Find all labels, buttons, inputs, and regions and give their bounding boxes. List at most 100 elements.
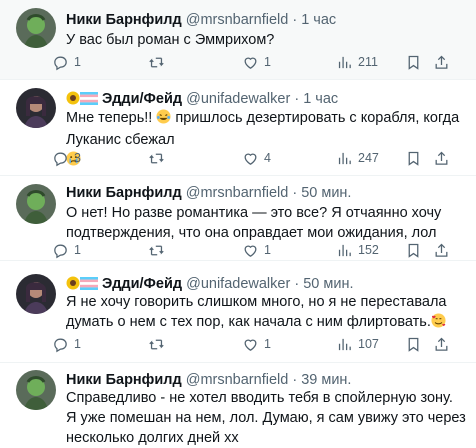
action-bar: 1 1 211 <box>52 52 466 72</box>
views-count: 152 <box>358 243 379 257</box>
share-button[interactable] <box>433 52 450 72</box>
tweet[interactable]: Ники Барнфилд @mrsnbarnfield · 1 час У в… <box>0 0 476 79</box>
like-count: 4 <box>264 151 271 165</box>
timestamp[interactable]: 1 час <box>301 12 336 28</box>
views-count: 211 <box>358 55 378 69</box>
author-handle[interactable]: @mrsnbarnfield <box>186 12 289 28</box>
like-button[interactable]: 1 <box>242 52 271 72</box>
heart-icon <box>242 336 259 353</box>
action-bar: 3 4 247 <box>52 148 466 168</box>
retweet-button[interactable] <box>148 148 170 168</box>
retweet-icon <box>148 242 165 259</box>
tweet-header: Эдди/Фейд @unifadewalker · 1 час <box>66 90 466 108</box>
timestamp[interactable]: 1 час <box>303 91 338 107</box>
avatar[interactable] <box>16 370 56 410</box>
reply-button[interactable]: 1 <box>52 52 81 72</box>
tweet-text: У вас был роман с Эммрихом? <box>66 32 275 48</box>
tweet[interactable]: Эдди/Фейд @unifadewalker · 1 час Мне теп… <box>0 80 476 175</box>
avatar[interactable] <box>16 88 56 128</box>
author-name[interactable]: Эдди/Фейд <box>102 276 182 292</box>
retweet-icon <box>148 54 165 71</box>
reply-icon <box>52 336 69 353</box>
reply-icon <box>52 54 69 71</box>
bookmark-button[interactable] <box>405 148 422 168</box>
bookmark-icon <box>405 336 422 353</box>
tweet-text-part: Мне теперь!! <box>66 110 157 126</box>
author-name[interactable]: Ники Барнфилд <box>66 372 182 388</box>
retweet-icon <box>148 150 165 167</box>
bookmark-icon <box>405 150 422 167</box>
views-button[interactable]: 247 <box>336 148 379 168</box>
bookmark-button[interactable] <box>405 240 422 260</box>
heart-icon <box>242 150 259 167</box>
timestamp[interactable]: 50 мин. <box>303 276 353 292</box>
avatar[interactable] <box>16 8 56 48</box>
tweet[interactable]: Ники Барнфилд @mrsnbarnfield · 39 мин. С… <box>0 363 476 446</box>
retweet-icon <box>148 336 165 353</box>
tweet[interactable]: Эдди/Фейд @unifadewalker · 50 мин. Я не … <box>0 261 476 362</box>
reply-button[interactable]: 1 <box>52 240 81 260</box>
author-handle[interactable]: @mrsnbarnfield <box>186 185 289 201</box>
like-button[interactable]: 1 <box>242 240 271 260</box>
smiling-hearts-emoji-icon <box>431 313 446 334</box>
share-button[interactable] <box>433 148 450 168</box>
tweet-text: О нет! Но разве романтика — это все? Я о… <box>66 205 442 241</box>
views-button[interactable]: 152 <box>336 240 379 260</box>
tweet-text: Я не хочу говорить слишком много, но я н… <box>66 292 466 334</box>
retweet-button[interactable] <box>148 240 170 260</box>
reply-button[interactable]: 1 <box>52 334 81 354</box>
like-count: 1 <box>264 337 271 351</box>
laughing-crying-emoji-icon <box>156 109 171 130</box>
views-count: 107 <box>358 337 379 351</box>
share-icon <box>433 242 450 259</box>
share-icon <box>433 54 450 71</box>
tweet-header: Ники Барнфилд @mrsnbarnfield · 39 мин. <box>66 371 466 389</box>
separator-dot: · <box>294 276 300 292</box>
reply-count: 1 <box>74 55 81 69</box>
author-name[interactable]: Ники Барнфилд <box>66 185 182 201</box>
tweet[interactable]: Ники Барнфилд @mrsnbarnfield · 50 мин. О… <box>0 176 476 260</box>
tweet-header: Эдди/Фейд @unifadewalker · 50 мин. <box>66 275 466 293</box>
views-button[interactable]: 107 <box>336 334 379 354</box>
like-button[interactable]: 4 <box>242 148 271 168</box>
bookmark-button[interactable] <box>405 52 422 72</box>
avatar[interactable] <box>16 274 56 314</box>
share-button[interactable] <box>433 240 450 260</box>
tweet-header: Ники Барнфилд @mrsnbarnfield · 1 час <box>66 11 466 29</box>
views-icon <box>336 54 353 71</box>
reply-count: 1 <box>74 243 81 257</box>
author-name[interactable]: Эдди/Фейд <box>102 91 182 107</box>
action-bar: 1 1 107 <box>52 334 466 354</box>
heart-icon <box>242 242 259 259</box>
share-button[interactable] <box>433 334 450 354</box>
bookmark-button[interactable] <box>405 334 422 354</box>
like-count: 1 <box>264 55 271 69</box>
like-count: 1 <box>264 243 271 257</box>
retweet-button[interactable] <box>148 52 170 72</box>
separator-dot: · <box>292 185 298 201</box>
author-name[interactable]: Ники Барнфилд <box>66 12 182 28</box>
views-button[interactable]: 211 <box>336 52 378 72</box>
author-handle[interactable]: @unifadewalker <box>186 276 290 292</box>
views-icon <box>336 336 353 353</box>
reply-button[interactable]: 3 <box>52 148 81 168</box>
separator-dot: · <box>292 372 298 388</box>
avatar[interactable] <box>16 184 56 224</box>
like-button[interactable]: 1 <box>242 334 271 354</box>
bookmark-icon <box>405 54 422 71</box>
tweet-header: Ники Барнфилд @mrsnbarnfield · 50 мин. <box>66 184 466 202</box>
retweet-button[interactable] <box>148 334 170 354</box>
reply-icon <box>52 150 69 167</box>
separator-dot: · <box>294 91 300 107</box>
heart-icon <box>242 54 259 71</box>
author-handle[interactable]: @mrsnbarnfield <box>186 372 289 388</box>
timestamp[interactable]: 50 мин. <box>301 185 351 201</box>
reply-count: 3 <box>74 151 81 165</box>
views-count: 247 <box>358 151 379 165</box>
views-icon <box>336 150 353 167</box>
timestamp[interactable]: 39 мин. <box>301 372 351 388</box>
separator-dot: · <box>292 12 298 28</box>
bookmark-icon <box>405 242 422 259</box>
reply-icon <box>52 242 69 259</box>
author-handle[interactable]: @unifadewalker <box>186 91 290 107</box>
